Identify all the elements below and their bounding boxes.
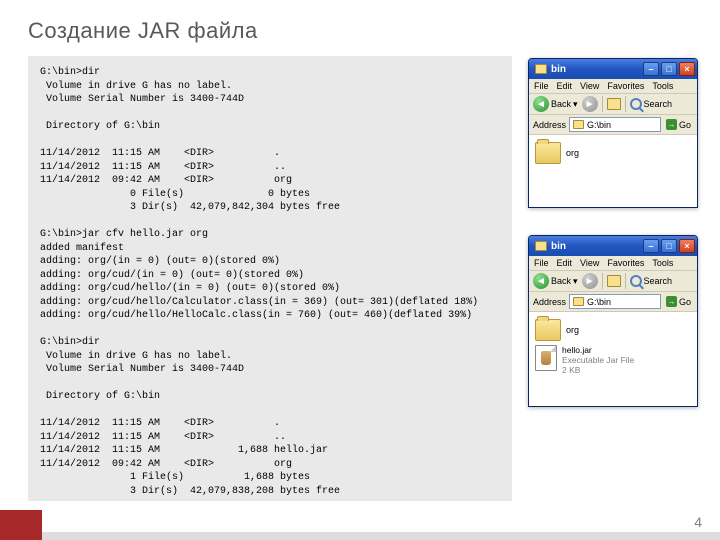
back-button[interactable]: ◄ Back ▾: [533, 96, 578, 112]
go-label: Go: [679, 297, 691, 307]
back-label: Back: [551, 276, 571, 286]
toolbar: ◄ Back ▾ ► Search: [529, 94, 697, 115]
search-label: Search: [644, 276, 673, 286]
back-button[interactable]: ◄ Back ▾: [533, 273, 578, 289]
menu-edit[interactable]: Edit: [557, 258, 573, 268]
address-path: G:\bin: [587, 120, 611, 130]
separator: [602, 273, 603, 289]
address-bar: Address G:\bin → Go: [529, 115, 697, 135]
menu-view[interactable]: View: [580, 81, 599, 91]
go-icon: →: [666, 296, 677, 307]
chevron-down-icon: ▾: [573, 99, 578, 110]
menu-file[interactable]: File: [534, 81, 549, 91]
explorer-window-after: bin – □ × File Edit View Favorites Tools…: [528, 235, 698, 407]
back-icon: ◄: [533, 273, 549, 289]
address-bar: Address G:\bin → Go: [529, 292, 697, 312]
address-input[interactable]: G:\bin: [569, 294, 661, 309]
menubar: File Edit View Favorites Tools: [529, 256, 697, 271]
footer-accent: [0, 510, 42, 540]
folder-icon: [573, 297, 584, 306]
address-path: G:\bin: [587, 297, 611, 307]
address-input[interactable]: G:\bin: [569, 117, 661, 132]
back-icon: ◄: [533, 96, 549, 112]
folder-icon: [535, 64, 547, 74]
menu-favorites[interactable]: Favorites: [607, 258, 644, 268]
back-label: Back: [551, 99, 571, 109]
search-button[interactable]: Search: [630, 275, 673, 287]
titlebar[interactable]: bin – □ ×: [529, 59, 697, 79]
titlebar[interactable]: bin – □ ×: [529, 236, 697, 256]
minimize-button[interactable]: –: [643, 62, 659, 76]
console-output: G:\bin>dir Volume in drive G has no labe…: [28, 56, 512, 501]
forward-button[interactable]: ►: [582, 273, 598, 289]
separator: [625, 96, 626, 112]
close-button[interactable]: ×: [679, 62, 695, 76]
page-number: 4: [694, 514, 702, 530]
search-icon: [630, 275, 642, 287]
folder-icon: [573, 120, 584, 129]
folder-icon: [535, 241, 547, 251]
search-button[interactable]: Search: [630, 98, 673, 110]
file-list: org hello.jar Executable Jar File 2 KB: [529, 312, 697, 406]
window-title: bin: [551, 64, 643, 75]
folder-item-org[interactable]: org: [535, 142, 691, 164]
separator: [602, 96, 603, 112]
maximize-button[interactable]: □: [661, 239, 677, 253]
folder-label: org: [566, 325, 579, 335]
window-title: bin: [551, 241, 643, 252]
go-button[interactable]: → Go: [664, 119, 693, 130]
jar-icon: [535, 345, 557, 371]
up-folder-button[interactable]: [607, 275, 621, 287]
file-list: org: [529, 135, 697, 207]
menu-tools[interactable]: Tools: [652, 258, 673, 268]
menu-edit[interactable]: Edit: [557, 81, 573, 91]
minimize-button[interactable]: –: [643, 239, 659, 253]
close-button[interactable]: ×: [679, 239, 695, 253]
search-icon: [630, 98, 642, 110]
go-button[interactable]: → Go: [664, 296, 693, 307]
up-folder-button[interactable]: [607, 98, 621, 110]
go-icon: →: [666, 119, 677, 130]
explorer-window-before: bin – □ × File Edit View Favorites Tools…: [528, 58, 698, 208]
address-label: Address: [533, 297, 566, 307]
go-label: Go: [679, 120, 691, 130]
folder-item-org[interactable]: org: [535, 319, 691, 341]
folder-label: org: [566, 148, 579, 158]
address-label: Address: [533, 120, 566, 130]
chevron-down-icon: ▾: [573, 276, 578, 287]
forward-button[interactable]: ►: [582, 96, 598, 112]
footer-bar: [42, 532, 720, 540]
menu-favorites[interactable]: Favorites: [607, 81, 644, 91]
menu-file[interactable]: File: [534, 258, 549, 268]
search-label: Search: [644, 99, 673, 109]
folder-icon: [535, 319, 561, 341]
folder-icon: [535, 142, 561, 164]
menu-tools[interactable]: Tools: [652, 81, 673, 91]
separator: [625, 273, 626, 289]
slide-title: Создание JAR файла: [28, 18, 258, 44]
menubar: File Edit View Favorites Tools: [529, 79, 697, 94]
menu-view[interactable]: View: [580, 258, 599, 268]
file-item-hellojar[interactable]: hello.jar Executable Jar File 2 KB: [535, 345, 691, 376]
file-size: 2 KB: [562, 365, 634, 375]
toolbar: ◄ Back ▾ ► Search: [529, 271, 697, 292]
file-name: hello.jar: [562, 345, 634, 355]
maximize-button[interactable]: □: [661, 62, 677, 76]
file-type: Executable Jar File: [562, 355, 634, 365]
